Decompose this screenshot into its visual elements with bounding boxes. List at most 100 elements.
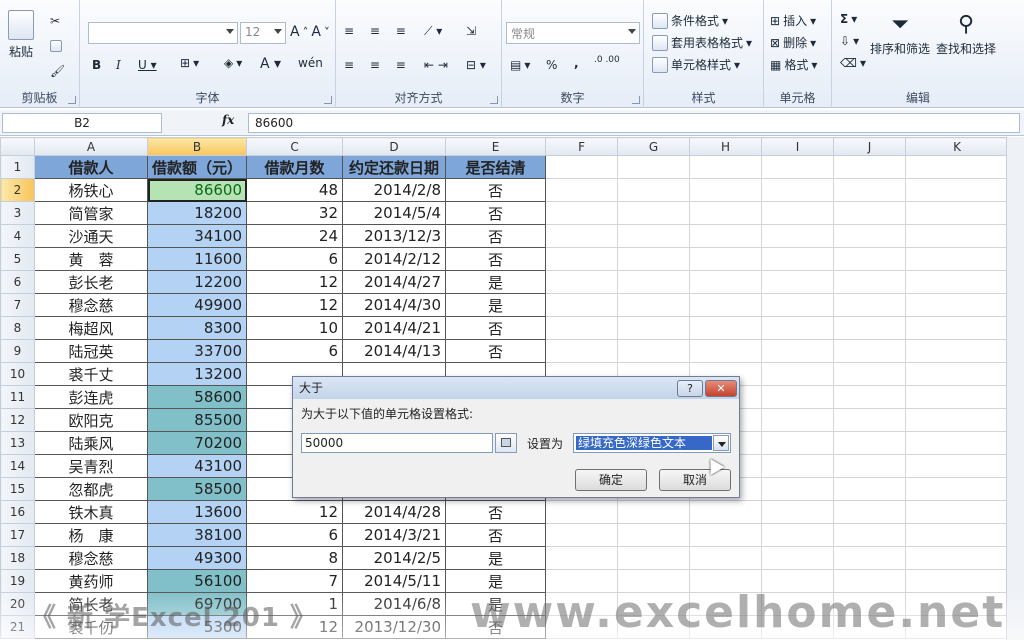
number-format-combo[interactable]: 常规: [506, 22, 640, 44]
cell-b7[interactable]: 49900: [146, 293, 248, 317]
empty-cell[interactable]: [905, 293, 1010, 317]
row-header[interactable]: 16: [0, 500, 35, 524]
cell-e17[interactable]: 否: [445, 523, 547, 547]
cell-d2[interactable]: 2014/2/8: [342, 178, 447, 202]
cell-c9[interactable]: 6: [246, 339, 344, 363]
cell-a9[interactable]: 陆冠英: [34, 339, 148, 363]
empty-cell[interactable]: [761, 178, 835, 202]
threshold-input[interactable]: 50000: [301, 433, 493, 453]
empty-cell[interactable]: [545, 247, 619, 271]
empty-cell[interactable]: [689, 293, 763, 317]
cell-e1[interactable]: 是否结清: [445, 155, 547, 179]
empty-cell[interactable]: [905, 224, 1010, 248]
cell-b10[interactable]: 13200: [146, 362, 248, 386]
cell-a3[interactable]: 简管家: [34, 201, 148, 225]
row-header[interactable]: 12: [0, 408, 35, 432]
border-button[interactable]: ⊞ ▾: [180, 56, 199, 70]
cell-a13[interactable]: 陆乘风: [34, 431, 148, 455]
cell-a16[interactable]: 铁木真: [34, 500, 148, 524]
format-painter-button[interactable]: 🖌: [50, 64, 65, 78]
empty-cell[interactable]: [905, 523, 1010, 547]
empty-cell[interactable]: [689, 546, 763, 570]
cell-c3[interactable]: 32: [246, 201, 344, 225]
cell-e3[interactable]: 否: [445, 201, 547, 225]
empty-cell[interactable]: [833, 477, 907, 501]
empty-cell[interactable]: [905, 201, 1010, 225]
cell-a2[interactable]: 杨铁心: [34, 178, 148, 202]
clipboard-launcher[interactable]: [68, 96, 76, 104]
cell-b5[interactable]: 11600: [146, 247, 248, 271]
paste-button[interactable]: 粘贴: [8, 10, 34, 60]
decimal-buttons[interactable]: .0 .00: [594, 56, 620, 65]
range-select-button[interactable]: [495, 433, 517, 453]
row-header[interactable]: 10: [0, 362, 35, 386]
cell-a17[interactable]: 杨 康: [34, 523, 148, 547]
column-header-d[interactable]: D: [342, 137, 447, 156]
delete-button[interactable]: ⊠ 删除 ▾: [770, 34, 816, 51]
cell-c8[interactable]: 10: [246, 316, 344, 340]
empty-cell[interactable]: [689, 201, 763, 225]
phonetic-button[interactable]: wén: [298, 56, 323, 70]
empty-cell[interactable]: [545, 270, 619, 294]
bold-button[interactable]: B: [92, 58, 101, 72]
empty-cell[interactable]: [905, 178, 1010, 202]
row-header[interactable]: 1: [0, 155, 35, 179]
cell-a14[interactable]: 吴青烈: [34, 454, 148, 478]
empty-cell[interactable]: [545, 155, 619, 179]
empty-cell[interactable]: [761, 293, 835, 317]
cell-c7[interactable]: 12: [246, 293, 344, 317]
empty-cell[interactable]: [905, 155, 1010, 179]
cell-b16[interactable]: 13600: [146, 500, 248, 524]
name-box[interactable]: B2: [2, 113, 162, 133]
select-all-corner[interactable]: [0, 137, 35, 156]
column-header-b[interactable]: B: [146, 137, 248, 156]
indent-buttons[interactable]: ⇤ ⇥: [424, 58, 448, 72]
column-header-g[interactable]: G: [617, 137, 691, 156]
empty-cell[interactable]: [617, 546, 691, 570]
cell-a6[interactable]: 彭长老: [34, 270, 148, 294]
empty-cell[interactable]: [905, 270, 1010, 294]
cell-a10[interactable]: 裘千丈: [34, 362, 148, 386]
cell-c6[interactable]: 12: [246, 270, 344, 294]
row-header[interactable]: 9: [0, 339, 35, 363]
cell-d4[interactable]: 2013/12/3: [342, 224, 447, 248]
empty-cell[interactable]: [833, 362, 907, 386]
cell-c5[interactable]: 6: [246, 247, 344, 271]
cell-a12[interactable]: 欧阳克: [34, 408, 148, 432]
column-header-i[interactable]: I: [761, 137, 835, 156]
empty-cell[interactable]: [689, 247, 763, 271]
row-header[interactable]: 3: [0, 201, 35, 225]
empty-cell[interactable]: [761, 523, 835, 547]
empty-cell[interactable]: [905, 431, 1010, 455]
empty-cell[interactable]: [617, 155, 691, 179]
horizontal-align-buttons[interactable]: ≡ ≡ ≡: [344, 58, 412, 72]
empty-cell[interactable]: [833, 385, 907, 409]
empty-cell[interactable]: [617, 500, 691, 524]
underline-button[interactable]: U ▾: [138, 58, 157, 72]
insert-function-button[interactable]: fx: [222, 113, 234, 127]
alignment-launcher[interactable]: [490, 96, 498, 104]
cell-c18[interactable]: 8: [246, 546, 344, 570]
merge-center-button[interactable]: ⊟ ▾: [466, 58, 486, 72]
empty-cell[interactable]: [761, 385, 835, 409]
orientation-button[interactable]: ⟋ ▾: [424, 24, 442, 39]
cell-e18[interactable]: 是: [445, 546, 547, 570]
cell-b9[interactable]: 33700: [146, 339, 248, 363]
comma-button[interactable]: ,: [574, 56, 579, 70]
empty-cell[interactable]: [905, 385, 1010, 409]
row-header[interactable]: 5: [0, 247, 35, 271]
vertical-align-buttons[interactable]: ≡ ≡ ≡: [344, 24, 412, 38]
empty-cell[interactable]: [761, 224, 835, 248]
insert-button[interactable]: ⊞ 插入 ▾: [770, 12, 816, 29]
empty-cell[interactable]: [905, 362, 1010, 386]
empty-cell[interactable]: [617, 523, 691, 547]
cell-c2[interactable]: 48: [246, 178, 344, 202]
empty-cell[interactable]: [617, 224, 691, 248]
row-header[interactable]: 15: [0, 477, 35, 501]
close-button[interactable]: ✕: [705, 380, 737, 397]
empty-cell[interactable]: [689, 270, 763, 294]
empty-cell[interactable]: [761, 500, 835, 524]
empty-cell[interactable]: [833, 523, 907, 547]
cell-b4[interactable]: 34100: [146, 224, 248, 248]
empty-cell[interactable]: [905, 316, 1010, 340]
